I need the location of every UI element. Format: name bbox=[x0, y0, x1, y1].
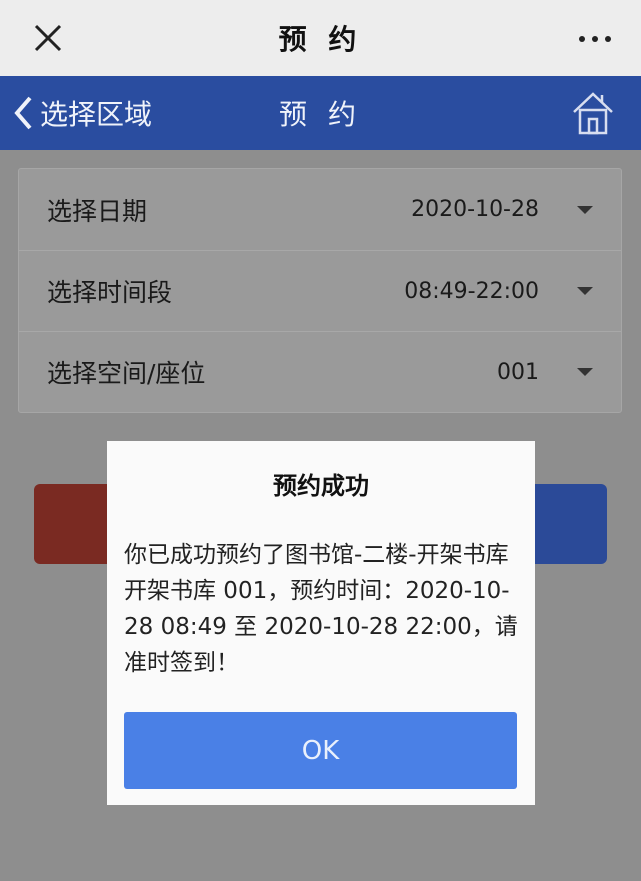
reservation-form: 选择日期 2020-10-28 选择时间段 08:49-22:00 选择空间/座… bbox=[18, 168, 622, 413]
time-slot-label: 选择时间段 bbox=[47, 278, 173, 307]
back-label: 选择区域 bbox=[40, 98, 153, 131]
app-header: 选择区域 预 约 bbox=[0, 76, 641, 150]
back-button[interactable]: 选择区域 bbox=[12, 76, 152, 150]
seat-value: 001 bbox=[497, 359, 539, 385]
date-select[interactable]: 选择日期 2020-10-28 bbox=[19, 169, 621, 250]
time-slot-value: 08:49-22:00 bbox=[404, 278, 539, 304]
more-dots-icon[interactable] bbox=[579, 36, 611, 42]
date-value: 2020-10-28 bbox=[411, 197, 539, 222]
close-icon[interactable] bbox=[30, 20, 66, 56]
time-slot-select[interactable]: 选择时间段 08:49-22:00 bbox=[19, 250, 621, 331]
success-dialog: 预约成功 你已成功预约了图书馆-二楼-开架书库开架书库 001，预约时间：202… bbox=[107, 441, 535, 805]
wechat-title: 预 约 bbox=[278, 23, 363, 56]
caret-down-icon bbox=[577, 205, 593, 214]
caret-down-icon bbox=[577, 287, 593, 295]
seat-select[interactable]: 选择空间/座位 001 bbox=[19, 331, 621, 412]
chevron-left-icon bbox=[14, 96, 32, 130]
dialog-title: 预约成功 bbox=[273, 472, 369, 500]
seat-label: 选择空间/座位 bbox=[47, 359, 206, 388]
wechat-title-bar: 预 约 bbox=[0, 0, 641, 76]
dialog-message: 你已成功预约了图书馆-二楼-开架书库开架书库 001，预约时间：2020-10-… bbox=[124, 542, 518, 676]
home-icon[interactable] bbox=[571, 90, 615, 136]
caret-down-icon bbox=[577, 368, 593, 376]
ok-button[interactable]: OK bbox=[124, 712, 517, 789]
date-label: 选择日期 bbox=[47, 196, 148, 226]
